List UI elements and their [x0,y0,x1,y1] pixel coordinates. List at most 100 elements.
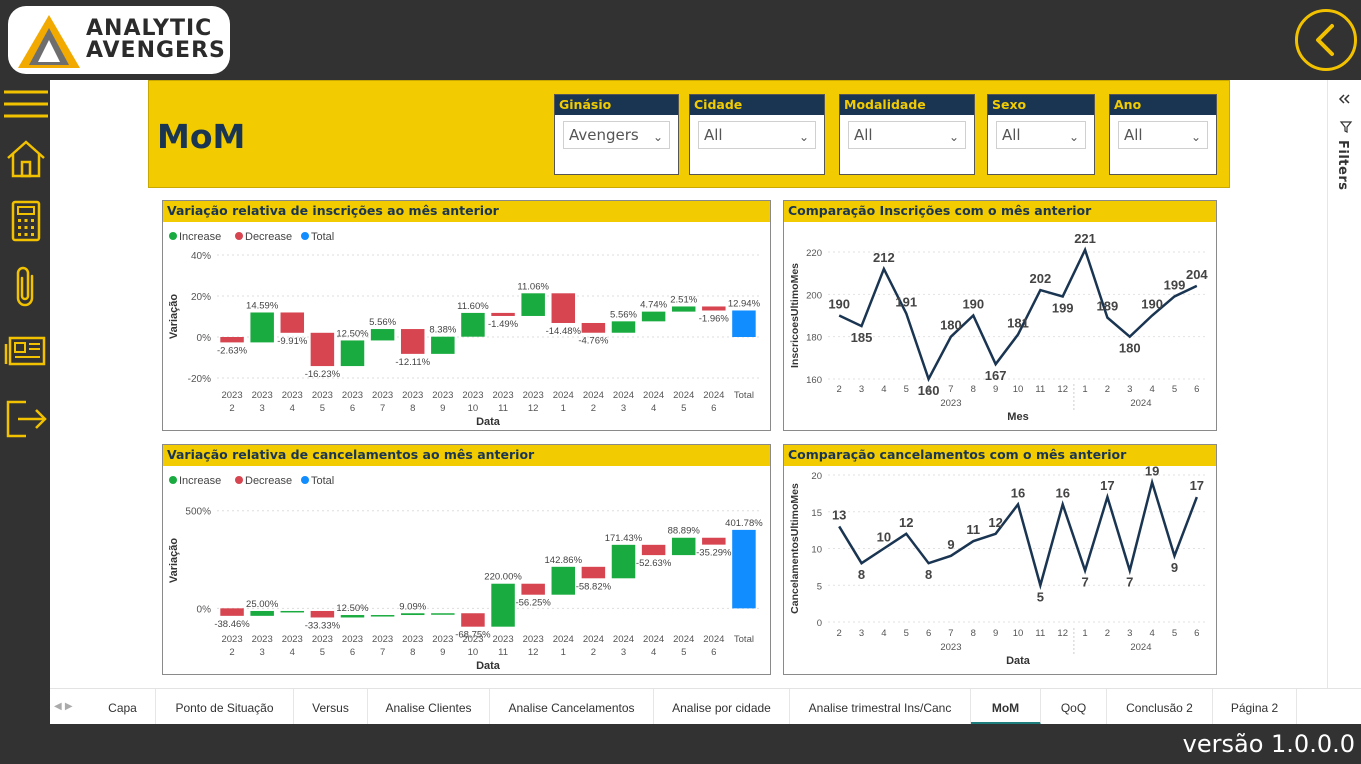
waterfall-bar [581,322,606,333]
x-tick-label: 4 [651,647,656,658]
waterfall-bar [280,610,305,613]
hamburger-icon[interactable] [4,82,48,126]
slicer-label: Ano [1110,95,1216,115]
tab-scroll-arrows-icon[interactable]: ◀ ▶ [54,701,73,712]
newspaper-icon[interactable] [4,330,48,374]
data-label: 185 [851,330,873,345]
inscricoes-waterfall-chart[interactable]: Increase Decrease Total 40% 20% 0% -20% Variaçã… [163,222,770,430]
x-tick-label: 6 [350,403,355,414]
home-icon[interactable] [4,136,48,180]
back-button[interactable] [1295,9,1357,71]
slicer-cidade[interactable]: Cidade All ⌄ [689,94,825,175]
tab-analise-por-cidade[interactable]: Analise por cidade [654,689,790,725]
waterfall-bar [280,312,305,333]
x-tick-label: 12 [1057,384,1068,395]
data-label: 189 [1097,299,1119,314]
tab-mom[interactable]: MoM [971,689,1041,725]
x-tick-label: 6 [1194,628,1199,639]
chevron-down-icon: ⌄ [1068,130,1079,144]
slicer-dropdown[interactable]: All ⌄ [996,121,1086,149]
data-label: 88.89% [668,526,701,537]
filters-pane[interactable]: Filters [1327,80,1361,688]
waterfall-bar [340,615,365,618]
x-tick-label: 1 [1082,628,1087,639]
tab-capa[interactable]: Capa [90,689,156,725]
slicer-dropdown[interactable]: Avengers ⌄ [563,121,670,149]
waterfall-bar [671,306,696,312]
x-tick-label: 1 [561,647,566,658]
tab-versus[interactable]: Versus [294,689,368,725]
inscricoes-line-chart[interactable]: 220200180160InscricoesUltimoMes 190218532… [784,222,1216,430]
x-tick-label: 1 [561,403,566,414]
collapse-chevrons-icon[interactable] [1336,92,1356,106]
slicer-modalidade[interactable]: Modalidade All ⌄ [839,94,975,175]
tab-qoq[interactable]: QoQ [1041,689,1107,725]
slicer-dropdown[interactable]: All ⌄ [848,121,966,149]
calculator-icon[interactable] [4,198,48,242]
data-label: 212 [873,250,895,265]
waterfall-bar [611,321,636,333]
data-label: -12.11% [395,357,430,368]
tab-analise-trimestral[interactable]: Analise trimestral Ins/Canc [790,689,971,725]
waterfall-bar [461,613,485,627]
x-tick-label: 2023 [462,390,483,401]
x-tick-label: 4 [290,403,295,414]
slicer-ano[interactable]: Ano All ⌄ [1109,94,1217,175]
cancelamentos-waterfall-chart[interactable]: Increase Decrease Total 500% 0% Variação -38.4… [163,466,770,674]
waterfall-bar [370,615,395,617]
x-tick-label: 2023 [312,390,333,401]
slicer-label: Ginásio [555,95,678,115]
waterfall-bar [250,312,274,343]
waterfall-bar [732,529,756,609]
cancelamentos-line-chart[interactable]: 20151050CancelamentosUltimoMes 1328310412… [784,466,1216,674]
x-tick-label: 8 [971,628,976,639]
logo-triangle-icon [18,15,80,68]
data-label: 11.06% [517,281,549,292]
slicer-sexo[interactable]: Sexo All ⌄ [987,94,1095,175]
x-tick-label: 5 [904,384,909,395]
slicer-ginasio[interactable]: Ginásio Avengers ⌄ [554,94,679,175]
data-label: 220.00% [484,572,522,583]
chart-title: Variação relativa de inscrições ao mês a… [163,201,770,222]
tab-ponto-de-situacao[interactable]: Ponto de Situação [156,689,294,725]
x-tick-label: 2023 [252,634,273,645]
slicer-dropdown[interactable]: All ⌄ [1118,121,1208,149]
data-label: 191 [895,294,917,309]
waterfall-bar [521,293,545,316]
x-tick-label: 2023 [523,634,544,645]
x-tick-label: 2024 [673,390,694,401]
x-tick-label: 2023 [492,634,513,645]
data-label: 8 [925,567,932,582]
filters-label[interactable]: Filters [1335,140,1350,190]
x-tick-label: 10 [1013,384,1024,395]
data-label: 12.50% [336,328,369,339]
x-tick-label: 2024 [703,390,724,401]
data-label: 17 [1100,478,1114,493]
tab-analise-cancelamentos[interactable]: Analise Cancelamentos [490,689,654,725]
x-tick-label: 3 [621,647,626,658]
y-tick-label: 0 [817,618,822,629]
data-label: 8.38% [429,325,456,336]
data-label: 181 [1007,316,1029,331]
exit-icon[interactable] [4,394,48,438]
tab-conclusao-2[interactable]: Conclusão 2 [1107,689,1213,725]
x-tick-label: 9 [440,403,445,414]
x-tick-label: 8 [971,384,976,395]
x-tick-label: 2023 [221,634,242,645]
x-tick-label: Total [734,634,754,645]
paperclip-icon[interactable] [4,264,48,308]
x-tick-label: 2023 [372,634,393,645]
y-tick-label: 200 [806,290,822,301]
x-tick-label: 10 [468,403,479,414]
y-axis-title: InscricoesUltimoMes [789,263,801,368]
tab-pagina-2[interactable]: Página 2 [1213,689,1297,725]
data-label: 11.60% [457,301,489,312]
slicer-dropdown[interactable]: All ⌄ [698,121,816,149]
waterfall-bar [461,312,485,337]
x-tick-label: 5 [1172,628,1177,639]
legend-label: Increase [179,475,221,487]
x-tick-label: 2023 [312,634,333,645]
data-label: 14.59% [246,300,279,311]
tab-analise-clientes[interactable]: Analise Clientes [368,689,490,725]
y-axis-title: Variação [168,294,180,340]
